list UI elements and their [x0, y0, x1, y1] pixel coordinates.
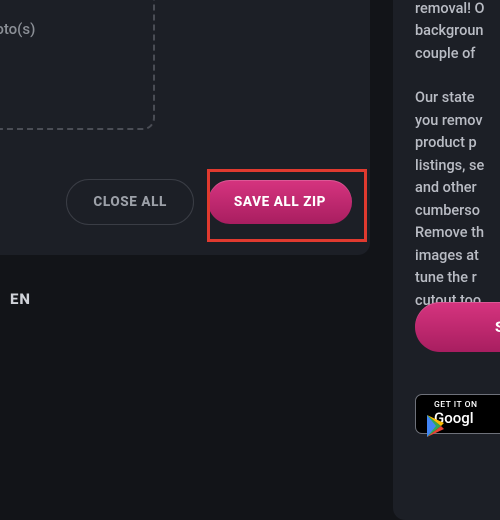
action-button-row: CLOSE ALL SAVE ALL ZIP — [66, 179, 352, 225]
info-paragraph-2: Our state you remov product p listings, … — [415, 87, 500, 312]
google-play-badge[interactable]: GET IT ON Googl — [415, 394, 500, 434]
save-all-zip-button[interactable]: SAVE ALL ZIP — [208, 180, 352, 224]
primary-cta-button[interactable]: S — [415, 302, 500, 352]
photo-dropzone[interactable]: ct photo(s) — [0, 0, 155, 130]
info-side-panel: removal! O backgroun couple of Our state… — [393, 0, 500, 520]
close-all-button[interactable]: CLOSE ALL — [66, 179, 194, 225]
upload-panel: ct photo(s) CLOSE ALL SAVE ALL ZIP — [0, 0, 370, 255]
info-paragraph-1: removal! O backgroun couple of — [415, 0, 500, 65]
language-selector[interactable]: EN — [10, 290, 31, 308]
cta-wrap: S — [415, 302, 500, 352]
dropzone-label: ct photo(s) — [0, 20, 35, 38]
